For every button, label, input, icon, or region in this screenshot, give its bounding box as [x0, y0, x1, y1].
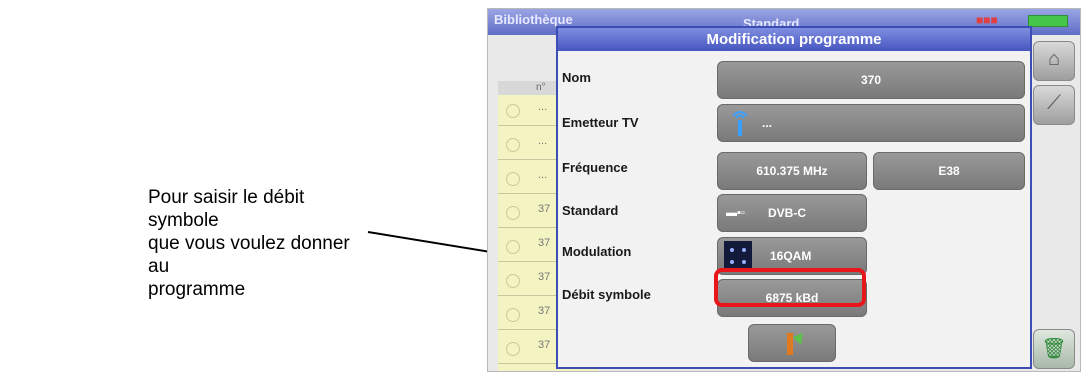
callout-line-2: que vous voulez donner au: [148, 233, 350, 277]
row-number: ...: [538, 169, 548, 181]
radio-circle-icon: [506, 308, 520, 322]
nom-field[interactable]: 370: [717, 61, 1025, 99]
canal-field[interactable]: E38: [873, 152, 1025, 190]
modification-dialog: Modification programme Nom 370 Emetteur …: [556, 26, 1032, 369]
debit-label: Débit symbole: [562, 287, 651, 302]
cable-icon: ▬▪▫: [726, 207, 745, 219]
satellite-dish-icon: [787, 333, 803, 355]
frequence-field[interactable]: 610.375 MHz: [717, 152, 867, 190]
callout-line-3: programme: [148, 279, 246, 300]
row-number: 37: [538, 339, 551, 351]
topbar-status: ■■■: [976, 13, 998, 27]
row-number: 37: [538, 305, 551, 317]
emetteur-label: Emetteur TV: [562, 115, 639, 130]
row-number: ...: [538, 101, 548, 113]
device-screen: Bibliothèque Standard ■■■ n° ... ... ...…: [487, 8, 1081, 372]
battery-icon: [1028, 15, 1068, 27]
radio-circle-icon: [506, 104, 520, 118]
home-icon: ⌂: [1047, 48, 1061, 70]
emetteur-field[interactable]: ...: [717, 104, 1025, 142]
validate-button[interactable]: [748, 324, 836, 362]
frequence-label: Fréquence: [562, 160, 628, 175]
row-number: 37: [538, 237, 551, 249]
standard-field[interactable]: ▬▪▫ DVB-C: [717, 194, 867, 232]
radio-circle-icon: [506, 240, 520, 254]
antenna-icon: [732, 111, 748, 136]
radio-circle-icon: [506, 342, 520, 356]
row-number: ...: [538, 135, 548, 147]
modulation-label: Modulation: [562, 244, 632, 259]
trash-icon: 🗑: [1041, 338, 1067, 360]
constellation-icon: [724, 241, 752, 271]
nom-label: Nom: [562, 70, 591, 85]
satellite-dish-icon: ⟋: [1047, 92, 1061, 114]
standard-label: Standard: [562, 203, 619, 218]
bg-header-label: n°: [536, 82, 546, 93]
radio-circle-icon: [506, 206, 520, 220]
home-button[interactable]: ⌂: [1033, 41, 1075, 81]
delete-button[interactable]: 🗑: [1033, 329, 1075, 369]
callout-text: Pour saisir le débit symbole que vous vo…: [148, 186, 368, 301]
standard-value: DVB-C: [768, 206, 806, 220]
row-number: 37: [538, 271, 551, 283]
dialog-title: Modification programme: [558, 28, 1030, 51]
emetteur-value: ...: [762, 116, 773, 130]
radio-circle-icon: [506, 172, 520, 186]
tool-button[interactable]: ⟋: [1033, 85, 1075, 125]
radio-circle-icon: [506, 274, 520, 288]
highlight-box: [714, 268, 866, 307]
callout-line-1: Pour saisir le débit symbole: [148, 187, 305, 231]
row-number: 37: [538, 203, 551, 215]
radio-circle-icon: [506, 138, 520, 152]
topbar-left-label[interactable]: Bibliothèque: [494, 12, 573, 27]
